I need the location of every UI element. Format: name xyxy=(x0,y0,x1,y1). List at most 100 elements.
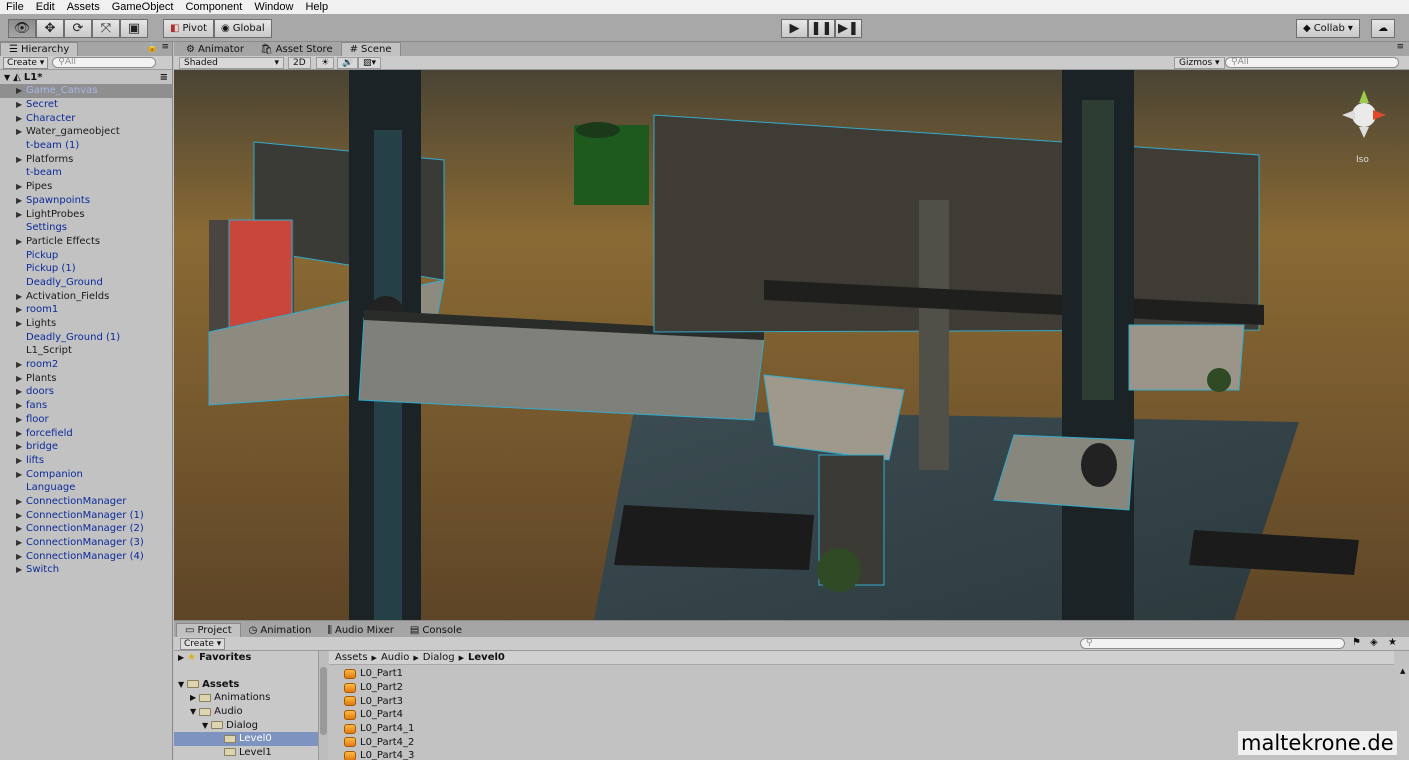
global-button[interactable]: ◉ Global xyxy=(214,19,272,38)
hierarchy-item[interactable]: ▶ LightProbes xyxy=(0,207,172,221)
expand-arrow-icon[interactable]: ▶ xyxy=(16,86,22,95)
menu-help[interactable]: Help xyxy=(299,1,334,13)
hierarchy-item[interactable]: ▶ ConnectionManager (2) xyxy=(0,522,172,536)
scene-root[interactable]: ▼ ◭ L1* ≡ xyxy=(0,70,172,84)
breadcrumb-assets[interactable]: Assets xyxy=(335,652,368,663)
tab-audio-mixer[interactable]: ⫼ Audio Mixer xyxy=(319,623,402,637)
hierarchy-item[interactable]: Pickup (1) xyxy=(0,262,172,276)
expand-arrow-icon[interactable]: ▶ xyxy=(16,552,22,561)
menu-icon[interactable]: ≡ xyxy=(161,42,169,52)
hierarchy-item[interactable]: ▶ Switch xyxy=(0,563,172,577)
expand-arrow-icon[interactable]: ▶ xyxy=(16,538,22,547)
project-search-input[interactable]: ⚲ xyxy=(1080,638,1345,649)
hierarchy-item[interactable]: Deadly_Ground xyxy=(0,276,172,290)
pause-icon[interactable]: ❚❚ xyxy=(808,19,835,38)
hierarchy-item[interactable]: ▶ room1 xyxy=(0,303,172,317)
scene-menu-icon[interactable]: ≡ xyxy=(160,72,168,83)
expand-arrow-icon[interactable]: ▶ xyxy=(16,442,22,451)
scene-menu-icon[interactable]: ≡ xyxy=(1396,42,1404,52)
hierarchy-item[interactable]: t-beam xyxy=(0,166,172,180)
folder-level1[interactable]: Level1 xyxy=(174,746,318,760)
lighting-toggle[interactable]: ☀ xyxy=(316,57,335,69)
hierarchy-item[interactable]: t-beam (1) xyxy=(0,139,172,153)
tab-asset-store[interactable]: 🛍 Asset Store xyxy=(252,42,341,56)
expand-arrow-icon[interactable]: ▶ xyxy=(16,456,22,465)
hierarchy-item[interactable]: ▶ Platforms xyxy=(0,152,172,166)
shading-dropdown[interactable]: Shaded ▾ xyxy=(179,57,284,69)
gizmos-dropdown[interactable]: Gizmos ▾ xyxy=(1174,57,1225,69)
hierarchy-item[interactable]: ▶ ConnectionManager xyxy=(0,495,172,509)
asset-file[interactable]: L0_Part4_1 xyxy=(334,722,1394,736)
asset-file[interactable]: L0_Part4 xyxy=(334,708,1394,722)
expand-arrow-icon[interactable]: ▶ xyxy=(16,374,22,383)
hierarchy-item[interactable]: Language xyxy=(0,481,172,495)
rotate-icon[interactable]: ⟳ xyxy=(64,19,92,38)
expand-arrow-icon[interactable]: ▶ xyxy=(16,470,22,479)
folder-animations[interactable]: ▶ Animations xyxy=(174,691,318,705)
expand-arrow-icon[interactable]: ▶ xyxy=(16,429,22,438)
star-icon[interactable]: ★ xyxy=(1388,637,1397,648)
expand-arrow-icon[interactable]: ▶ xyxy=(16,210,22,219)
breadcrumb-level0[interactable]: Level0 xyxy=(468,652,505,663)
scrollbar-thumb[interactable] xyxy=(320,667,327,735)
rect-icon[interactable]: ▣ xyxy=(120,19,148,38)
menu-gameobject[interactable]: GameObject xyxy=(106,1,180,13)
asset-list-scrollbar[interactable]: ▲ xyxy=(1399,667,1409,760)
expand-arrow-icon[interactable]: ▶ xyxy=(16,415,22,424)
asset-file[interactable]: L0_Part4_3 xyxy=(334,749,1394,760)
scene-search-input[interactable]: ⚲All xyxy=(1225,57,1399,68)
hierarchy-item[interactable]: ▶ Water_gameobject xyxy=(0,125,172,139)
hierarchy-item[interactable]: ▶ ConnectionManager (1) xyxy=(0,508,172,522)
folder-scrollbar[interactable] xyxy=(319,651,328,760)
menu-window[interactable]: Window xyxy=(248,1,299,13)
expand-arrow-icon[interactable]: ▶ xyxy=(16,360,22,369)
expand-arrow-icon[interactable]: ▶ xyxy=(16,127,22,136)
menu-assets[interactable]: Assets xyxy=(61,1,106,13)
expand-arrow-icon[interactable]: ▶ xyxy=(16,155,22,164)
lock-icon[interactable]: 🔒 xyxy=(147,43,158,53)
expand-arrow-icon[interactable]: ▶ xyxy=(16,182,22,191)
hierarchy-item[interactable]: ▶ Lights xyxy=(0,317,172,331)
label-icon[interactable]: ◈ xyxy=(1370,637,1378,648)
asset-file[interactable]: L0_Part3 xyxy=(334,694,1394,708)
hierarchy-item[interactable]: ▶ ConnectionManager (4) xyxy=(0,549,172,563)
expand-arrow-icon[interactable]: ▶ xyxy=(16,114,22,123)
tab-animator[interactable]: ⚙ Animator xyxy=(178,42,252,56)
expand-arrow-icon[interactable]: ▶ xyxy=(16,237,22,246)
audio-toggle[interactable]: 🔊 xyxy=(337,57,359,69)
hierarchy-item[interactable]: ▶ floor xyxy=(0,413,172,427)
hierarchy-item[interactable]: ▶ ConnectionManager (3) xyxy=(0,536,172,550)
scale-icon[interactable]: ⤧ xyxy=(92,19,120,38)
hierarchy-item[interactable]: ▶ Companion xyxy=(0,467,172,481)
expand-arrow-icon[interactable]: ▶ xyxy=(16,387,22,396)
hierarchy-item[interactable]: ▶ forcefield xyxy=(0,426,172,440)
expand-arrow-icon[interactable]: ▶ xyxy=(16,401,22,410)
hierarchy-search-input[interactable]: ⚲All xyxy=(52,57,157,68)
hierarchy-item[interactable]: ▶ Activation_Fields xyxy=(0,289,172,303)
hierarchy-item[interactable]: ▶ Game_Canvas xyxy=(0,84,172,98)
menu-file[interactable]: File xyxy=(0,1,30,13)
asset-file[interactable]: L0_Part1 xyxy=(334,667,1394,681)
hierarchy-item[interactable]: ▶ Character xyxy=(0,111,172,125)
play-icon[interactable]: ▶ xyxy=(781,19,808,38)
menu-edit[interactable]: Edit xyxy=(30,1,61,13)
hierarchy-item[interactable]: Deadly_Ground (1) xyxy=(0,330,172,344)
hierarchy-item[interactable]: ▶ doors xyxy=(0,385,172,399)
asset-file[interactable]: L0_Part4_2 xyxy=(334,735,1394,749)
folder-assets[interactable]: ▼ Assets xyxy=(174,678,318,692)
create-button[interactable]: Create ▾ xyxy=(3,56,49,69)
2d-toggle[interactable]: 2D xyxy=(288,57,311,69)
expand-arrow-icon[interactable]: ▶ xyxy=(16,100,22,109)
scene-viewport[interactable]: Iso xyxy=(174,70,1409,620)
expand-arrow-icon[interactable]: ▶ xyxy=(16,497,22,506)
tab-animation[interactable]: ◷ Animation xyxy=(241,623,320,637)
hierarchy-item[interactable]: ▶ lifts xyxy=(0,454,172,468)
iso-label[interactable]: Iso xyxy=(1356,155,1369,165)
menu-component[interactable]: Component xyxy=(179,1,248,13)
folder-audio[interactable]: ▼ Audio xyxy=(174,705,318,719)
folder-dialog[interactable]: ▼ Dialog xyxy=(174,718,318,732)
hierarchy-item[interactable]: ▶ bridge xyxy=(0,440,172,454)
hierarchy-item[interactable]: ▶ fans xyxy=(0,399,172,413)
effects-dropdown[interactable]: ▨ ▾ xyxy=(358,57,382,69)
filter-type-icon[interactable]: ⚑ xyxy=(1352,637,1361,648)
